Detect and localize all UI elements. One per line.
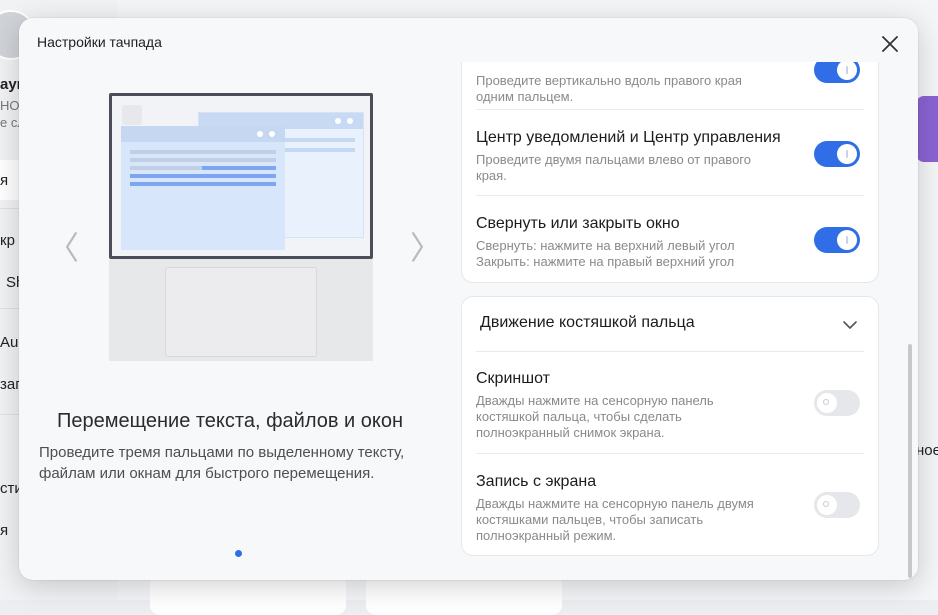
illustration-window-front [121,126,285,250]
chevron-down-icon[interactable] [842,317,858,333]
sidebar-fragment[interactable]: я [0,522,8,539]
section-header[interactable]: Движение костяшкой пальца [480,314,695,332]
setting-description: Проведите вертикально вдоль правого края… [476,73,742,104]
sidebar-fragment: я [0,172,9,189]
laptop-base [109,259,373,361]
background-card [150,575,346,615]
notification-center-toggle[interactable] [814,141,860,167]
gesture-settings-card: Проведите вертикально вдоль правого края… [461,62,879,283]
setting-row: Центр уведомлений и Центр управления Про… [476,128,864,184]
laptop-screen [109,93,373,259]
knuckle-gesture-card: Движение костяшкой пальца Скриншот Дважд… [461,296,879,556]
setting-title: Запись с экрана [476,473,597,490]
sidebar-fragment[interactable]: кр [0,232,15,249]
divider [476,453,864,454]
background-fragment: ное [916,442,938,459]
gesture-description: Проведите тремя пальцами по выделенному … [39,444,405,482]
settings-list[interactable]: Проведите вертикально вдоль правого края… [461,62,881,580]
gesture-title: Перемещение текста, файлов и окон [57,410,404,432]
setting-description: Закрыть: нажмите на правый верхний угол [476,254,735,269]
setting-description: Дважды нажмите на сенсорную панель двумя… [476,496,754,543]
page-indicator-dot[interactable] [235,550,242,557]
edge-swipe-toggle[interactable] [814,62,860,83]
desktop-icon [122,105,142,125]
touchpad-settings-dialog: Настройки тачпада 〈 〉 Перемещение текста… [19,18,918,580]
setting-title: Центр уведомлений и Центр управления [476,129,781,146]
setting-title: Свернуть или закрыть окно [476,215,680,232]
setting-row: Запись с экрана Дважды нажмите на сенсор… [476,472,864,544]
prev-gesture-arrow[interactable]: 〈 [47,230,79,266]
setting-row: Скриншот Дважды нажмите на сенсорную пан… [476,369,864,441]
setting-row: Свернуть или закрыть окно Свернуть: нажм… [476,214,864,270]
knuckle-screen-record-toggle[interactable] [814,492,860,518]
setting-row: Проведите вертикально вдоль правого края… [476,69,864,105]
background-card [366,575,562,615]
close-button[interactable] [876,30,904,58]
next-gesture-arrow[interactable]: 〉 [410,230,442,266]
scrollbar[interactable] [908,344,912,578]
divider [476,195,864,196]
divider [476,351,864,352]
divider [476,109,864,110]
background-thumbnail [916,96,938,162]
dialog-title: Настройки тачпада [37,34,162,50]
close-icon [882,36,898,52]
knuckle-screenshot-toggle[interactable] [814,390,860,416]
touchpad-graphic [165,267,317,357]
gesture-illustration [109,93,373,361]
setting-description: Дважды нажмите на сенсорную панель костя… [476,393,714,440]
setting-title: Скриншот [476,370,550,387]
minimize-close-toggle[interactable] [814,227,860,253]
setting-description: Свернуть: нажмите на верхний левый угол [476,238,735,253]
setting-description: Проведите двумя пальцами влево от правог… [476,152,751,183]
